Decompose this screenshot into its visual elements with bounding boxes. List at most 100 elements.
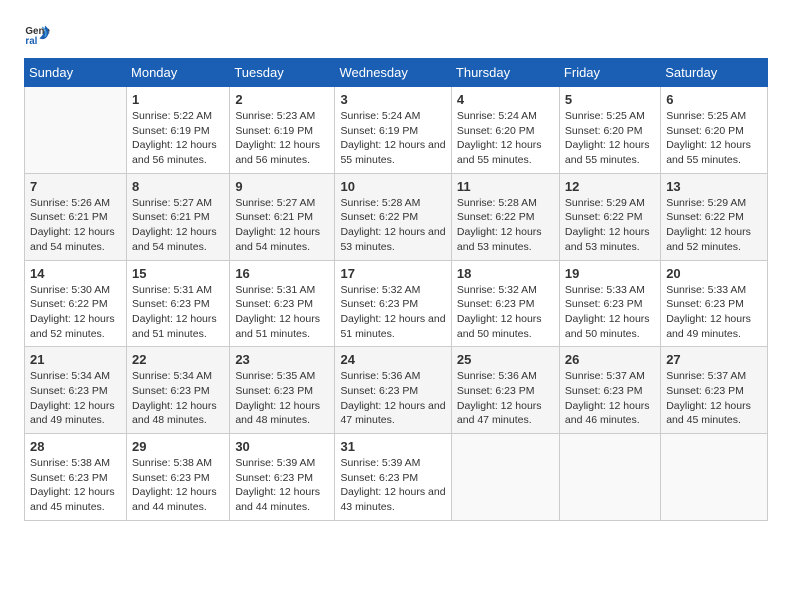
day-number: 19 [565, 266, 655, 281]
week-row-2: 7 Sunrise: 5:26 AMSunset: 6:21 PMDaylight… [25, 173, 768, 260]
calendar-table: SundayMondayTuesdayWednesdayThursdayFrid… [24, 58, 768, 521]
day-number: 18 [457, 266, 554, 281]
day-info: Sunrise: 5:33 AMSunset: 6:23 PMDaylight:… [666, 283, 762, 342]
day-number: 1 [132, 92, 224, 107]
day-info: Sunrise: 5:28 AMSunset: 6:22 PMDaylight:… [457, 196, 554, 255]
logo: Gene ral [24, 20, 56, 48]
day-number: 10 [340, 179, 445, 194]
day-info: Sunrise: 5:35 AMSunset: 6:23 PMDaylight:… [235, 369, 329, 428]
day-info: Sunrise: 5:29 AMSunset: 6:22 PMDaylight:… [666, 196, 762, 255]
day-cell: 20 Sunrise: 5:33 AMSunset: 6:23 PMDayligh… [661, 260, 768, 347]
day-number: 28 [30, 439, 121, 454]
column-header-thursday: Thursday [451, 59, 559, 87]
day-info: Sunrise: 5:31 AMSunset: 6:23 PMDaylight:… [235, 283, 329, 342]
week-row-1: 1 Sunrise: 5:22 AMSunset: 6:19 PMDaylight… [25, 87, 768, 174]
day-cell: 9 Sunrise: 5:27 AMSunset: 6:21 PMDaylight… [230, 173, 335, 260]
day-number: 3 [340, 92, 445, 107]
day-info: Sunrise: 5:24 AMSunset: 6:20 PMDaylight:… [457, 109, 554, 168]
day-number: 4 [457, 92, 554, 107]
day-info: Sunrise: 5:27 AMSunset: 6:21 PMDaylight:… [235, 196, 329, 255]
day-number: 30 [235, 439, 329, 454]
day-cell [559, 434, 660, 521]
day-cell: 5 Sunrise: 5:25 AMSunset: 6:20 PMDaylight… [559, 87, 660, 174]
day-info: Sunrise: 5:38 AMSunset: 6:23 PMDaylight:… [30, 456, 121, 515]
day-info: Sunrise: 5:37 AMSunset: 6:23 PMDaylight:… [565, 369, 655, 428]
column-header-wednesday: Wednesday [335, 59, 451, 87]
day-number: 6 [666, 92, 762, 107]
day-number: 25 [457, 352, 554, 367]
day-info: Sunrise: 5:26 AMSunset: 6:21 PMDaylight:… [30, 196, 121, 255]
day-number: 24 [340, 352, 445, 367]
day-number: 23 [235, 352, 329, 367]
day-info: Sunrise: 5:24 AMSunset: 6:19 PMDaylight:… [340, 109, 445, 168]
column-header-monday: Monday [127, 59, 230, 87]
day-number: 13 [666, 179, 762, 194]
day-info: Sunrise: 5:36 AMSunset: 6:23 PMDaylight:… [457, 369, 554, 428]
day-cell: 26 Sunrise: 5:37 AMSunset: 6:23 PMDayligh… [559, 347, 660, 434]
day-cell: 25 Sunrise: 5:36 AMSunset: 6:23 PMDayligh… [451, 347, 559, 434]
day-info: Sunrise: 5:30 AMSunset: 6:22 PMDaylight:… [30, 283, 121, 342]
day-number: 22 [132, 352, 224, 367]
week-row-5: 28 Sunrise: 5:38 AMSunset: 6:23 PMDayligh… [25, 434, 768, 521]
column-header-saturday: Saturday [661, 59, 768, 87]
day-cell: 17 Sunrise: 5:32 AMSunset: 6:23 PMDayligh… [335, 260, 451, 347]
day-info: Sunrise: 5:33 AMSunset: 6:23 PMDaylight:… [565, 283, 655, 342]
day-number: 20 [666, 266, 762, 281]
day-info: Sunrise: 5:39 AMSunset: 6:23 PMDaylight:… [235, 456, 329, 515]
day-cell: 16 Sunrise: 5:31 AMSunset: 6:23 PMDayligh… [230, 260, 335, 347]
day-cell: 7 Sunrise: 5:26 AMSunset: 6:21 PMDaylight… [25, 173, 127, 260]
column-header-friday: Friday [559, 59, 660, 87]
day-cell: 3 Sunrise: 5:24 AMSunset: 6:19 PMDaylight… [335, 87, 451, 174]
day-number: 12 [565, 179, 655, 194]
day-cell: 10Sunrise: 5:28 AMSunset: 6:22 PMDayligh… [335, 173, 451, 260]
day-cell: 14 Sunrise: 5:30 AMSunset: 6:22 PMDayligh… [25, 260, 127, 347]
day-info: Sunrise: 5:29 AMSunset: 6:22 PMDaylight:… [565, 196, 655, 255]
page-header: Gene ral [24, 20, 768, 48]
day-cell: 6 Sunrise: 5:25 AMSunset: 6:20 PMDaylight… [661, 87, 768, 174]
logo-icon: Gene ral [24, 20, 52, 48]
day-number: 14 [30, 266, 121, 281]
day-cell: 22 Sunrise: 5:34 AMSunset: 6:23 PMDayligh… [127, 347, 230, 434]
day-number: 15 [132, 266, 224, 281]
day-number: 26 [565, 352, 655, 367]
day-info: Sunrise: 5:25 AMSunset: 6:20 PMDaylight:… [666, 109, 762, 168]
day-number: 16 [235, 266, 329, 281]
day-cell: 1 Sunrise: 5:22 AMSunset: 6:19 PMDaylight… [127, 87, 230, 174]
day-number: 2 [235, 92, 329, 107]
day-cell [661, 434, 768, 521]
day-cell: 27Sunrise: 5:37 AMSunset: 6:23 PMDayligh… [661, 347, 768, 434]
day-cell: 2 Sunrise: 5:23 AMSunset: 6:19 PMDaylight… [230, 87, 335, 174]
week-row-4: 21 Sunrise: 5:34 AMSunset: 6:23 PMDayligh… [25, 347, 768, 434]
day-cell: 31 Sunrise: 5:39 AMSunset: 6:23 PMDayligh… [335, 434, 451, 521]
day-cell [25, 87, 127, 174]
day-cell [451, 434, 559, 521]
day-number: 9 [235, 179, 329, 194]
header-row: SundayMondayTuesdayWednesdayThursdayFrid… [25, 59, 768, 87]
day-info: Sunrise: 5:31 AMSunset: 6:23 PMDaylight:… [132, 283, 224, 342]
column-header-sunday: Sunday [25, 59, 127, 87]
day-info: Sunrise: 5:39 AMSunset: 6:23 PMDaylight:… [340, 456, 445, 515]
day-cell: 13 Sunrise: 5:29 AMSunset: 6:22 PMDayligh… [661, 173, 768, 260]
day-number: 27 [666, 352, 762, 367]
day-number: 29 [132, 439, 224, 454]
day-number: 21 [30, 352, 121, 367]
day-number: 7 [30, 179, 121, 194]
day-cell: 23 Sunrise: 5:35 AMSunset: 6:23 PMDayligh… [230, 347, 335, 434]
day-cell: 15 Sunrise: 5:31 AMSunset: 6:23 PMDayligh… [127, 260, 230, 347]
day-cell: 4 Sunrise: 5:24 AMSunset: 6:20 PMDaylight… [451, 87, 559, 174]
day-info: Sunrise: 5:34 AMSunset: 6:23 PMDaylight:… [132, 369, 224, 428]
day-info: Sunrise: 5:25 AMSunset: 6:20 PMDaylight:… [565, 109, 655, 168]
day-number: 17 [340, 266, 445, 281]
day-cell: 18Sunrise: 5:32 AMSunset: 6:23 PMDayligh… [451, 260, 559, 347]
day-cell: 8Sunrise: 5:27 AMSunset: 6:21 PMDaylight… [127, 173, 230, 260]
day-cell: 29Sunrise: 5:38 AMSunset: 6:23 PMDayligh… [127, 434, 230, 521]
week-row-3: 14 Sunrise: 5:30 AMSunset: 6:22 PMDayligh… [25, 260, 768, 347]
day-info: Sunrise: 5:32 AMSunset: 6:23 PMDaylight:… [340, 283, 445, 342]
day-number: 5 [565, 92, 655, 107]
day-info: Sunrise: 5:34 AMSunset: 6:23 PMDaylight:… [30, 369, 121, 428]
day-info: Sunrise: 5:23 AMSunset: 6:19 PMDaylight:… [235, 109, 329, 168]
day-cell: 19 Sunrise: 5:33 AMSunset: 6:23 PMDayligh… [559, 260, 660, 347]
day-cell: 24Sunrise: 5:36 AMSunset: 6:23 PMDayligh… [335, 347, 451, 434]
day-number: 31 [340, 439, 445, 454]
day-info: Sunrise: 5:22 AMSunset: 6:19 PMDaylight:… [132, 109, 224, 168]
